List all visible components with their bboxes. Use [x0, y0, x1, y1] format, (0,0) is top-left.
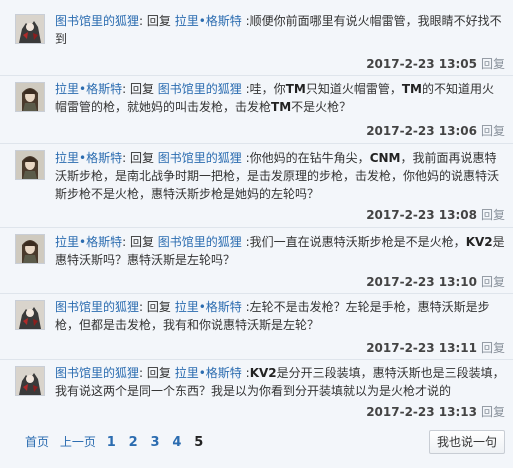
post-comment-button[interactable]: 我也说一句 [428, 430, 505, 454]
comment-content: 拉里•格斯特: 回复 图书馆里的狐狸 :哇，你TM只知道火帽雷管，TM的不知道用… [55, 80, 505, 116]
prev-page-link[interactable]: 上一页 [60, 435, 96, 449]
comment-author-link[interactable]: 图书馆里的狐狸 [55, 366, 139, 380]
comment-author-link[interactable]: 图书馆里的狐狸 [55, 300, 139, 314]
comment-author-link[interactable]: 拉里•格斯特 [55, 235, 122, 249]
reply-word: 回复 [129, 235, 154, 249]
avatar-fox-icon[interactable] [15, 14, 45, 44]
reply-target-link[interactable]: 图书馆里的狐狸 [158, 151, 242, 165]
avatar-larry-icon[interactable] [15, 234, 45, 264]
page-link-2[interactable]: 2 [129, 435, 138, 450]
page-link-3[interactable]: 3 [150, 435, 159, 450]
reply-button[interactable]: 回复 [481, 275, 505, 289]
comment-item: 图书馆里的狐狸: 回复 拉里•格斯特 :KV2是分开三段装填，惠特沃斯也是三段装… [0, 360, 513, 424]
comment-time: 2017-2-23 13:05 [366, 57, 477, 71]
colon: : [139, 366, 147, 380]
comment-content: 拉里•格斯特: 回复 图书馆里的狐狸 :我们一直在说惠特沃斯步枪是不是火枪，KV… [55, 233, 505, 269]
comment-meta: 2017-2-23 13:13 回复 [366, 404, 505, 420]
page-link-4[interactable]: 4 [172, 435, 181, 450]
reply-button[interactable]: 回复 [481, 405, 505, 419]
reply-target-link[interactable]: 拉里•格斯特 [175, 14, 242, 28]
reply-word: 回复 [129, 82, 154, 96]
reply-word: 回复 [146, 366, 171, 380]
comment-time: 2017-2-23 13:13 [366, 405, 477, 419]
reply-word: 回复 [146, 300, 171, 314]
reply-target-link[interactable]: 图书馆里的狐狸 [158, 82, 242, 96]
comment-item: 拉里•格斯特: 回复 图书馆里的狐狸 :我们一直在说惠特沃斯步枪是不是火枪，KV… [0, 228, 513, 294]
comment-content: 图书馆里的狐狸: 回复 拉里•格斯特 :左轮不是击发枪？左轮是手枪，惠特沃斯是步… [55, 298, 505, 334]
comment-meta: 2017-2-23 13:08 回复 [366, 207, 505, 223]
reply-button[interactable]: 回复 [481, 341, 505, 355]
comment-content: 拉里•格斯特: 回复 图书馆里的狐狸 :你他妈的在钻牛角尖，CNM，我前面再说惠… [55, 149, 505, 203]
pagination: 首页 上一页 1 2 3 4 5 [25, 434, 210, 451]
colon: : [139, 14, 147, 28]
colon: : [139, 300, 147, 314]
reply-button[interactable]: 回复 [481, 124, 505, 138]
reply-word: 回复 [146, 14, 171, 28]
reply-button[interactable]: 回复 [481, 208, 505, 222]
comment-content: 图书馆里的狐狸: 回复 拉里•格斯特 :顺便你前面哪里有说火帽雷管，我眼睛不好找… [55, 12, 505, 48]
reply-button[interactable]: 回复 [481, 57, 505, 71]
colon: : [122, 151, 130, 165]
colon: : [122, 82, 130, 96]
page-link-1[interactable]: 1 [107, 435, 116, 450]
comment-item: 图书馆里的狐狸: 回复 拉里•格斯特 :左轮不是击发枪？左轮是手枪，惠特沃斯是步… [0, 294, 513, 360]
comment-time: 2017-2-23 13:11 [366, 341, 477, 355]
comment-item: 图书馆里的狐狸: 回复 拉里•格斯特 :顺便你前面哪里有说火帽雷管，我眼睛不好找… [0, 0, 513, 76]
comment-time: 2017-2-23 13:08 [366, 208, 477, 222]
avatar-fox-icon[interactable] [15, 300, 45, 330]
first-page-link[interactable]: 首页 [25, 435, 49, 449]
colon: : [122, 235, 130, 249]
reply-target-link[interactable]: 图书馆里的狐狸 [158, 235, 242, 249]
avatar-larry-icon[interactable] [15, 82, 45, 112]
comment-item: 拉里•格斯特: 回复 图书馆里的狐狸 :你他妈的在钻牛角尖，CNM，我前面再说惠… [0, 144, 513, 228]
current-page: 5 [194, 435, 204, 450]
reply-word: 回复 [129, 151, 154, 165]
comment-author-link[interactable]: 拉里•格斯特 [55, 82, 122, 96]
comment-time: 2017-2-23 13:06 [366, 124, 477, 138]
avatar-fox-icon[interactable] [15, 366, 45, 396]
reply-target-link[interactable]: 拉里•格斯特 [175, 366, 242, 380]
reply-target-link[interactable]: 拉里•格斯特 [175, 300, 242, 314]
comment-author-link[interactable]: 拉里•格斯特 [55, 151, 122, 165]
comment-item: 拉里•格斯特: 回复 图书馆里的狐狸 :哇，你TM只知道火帽雷管，TM的不知道用… [0, 76, 513, 144]
comment-time: 2017-2-23 13:10 [366, 275, 477, 289]
avatar-larry-icon[interactable] [15, 150, 45, 180]
comment-meta: 2017-2-23 13:05 回复 [366, 56, 505, 72]
comment-author-link[interactable]: 图书馆里的狐狸 [55, 14, 139, 28]
comment-meta: 2017-2-23 13:06 回复 [366, 123, 505, 139]
comment-content: 图书馆里的狐狸: 回复 拉里•格斯特 :KV2是分开三段装填，惠特沃斯也是三段装… [55, 364, 505, 400]
comment-meta: 2017-2-23 13:11 回复 [366, 340, 505, 356]
comment-meta: 2017-2-23 13:10 回复 [366, 274, 505, 290]
